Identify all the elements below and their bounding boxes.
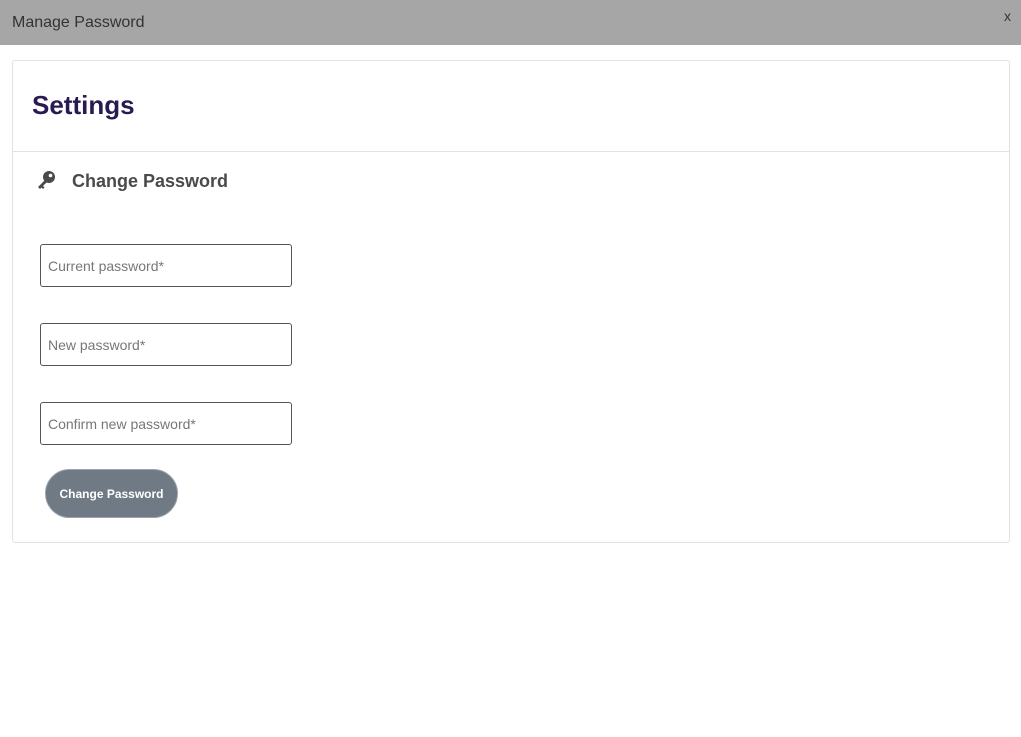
close-button[interactable]: x: [1004, 8, 1011, 24]
confirm-password-field[interactable]: [40, 402, 292, 445]
key-icon: [35, 169, 57, 191]
current-password-field[interactable]: [40, 244, 292, 287]
dialog-titlebar: Manage Password x: [0, 0, 1021, 45]
new-password-field[interactable]: [40, 323, 292, 366]
settings-card: Settings Change Password Change Password: [12, 60, 1010, 543]
page-title: Settings: [32, 90, 135, 120]
dialog-title: Manage Password: [12, 14, 145, 31]
change-password-button[interactable]: Change Password: [45, 469, 178, 518]
settings-header: Settings: [13, 61, 1009, 152]
change-password-section-header: Change Password: [13, 152, 1009, 202]
section-title: Change Password: [72, 171, 229, 191]
